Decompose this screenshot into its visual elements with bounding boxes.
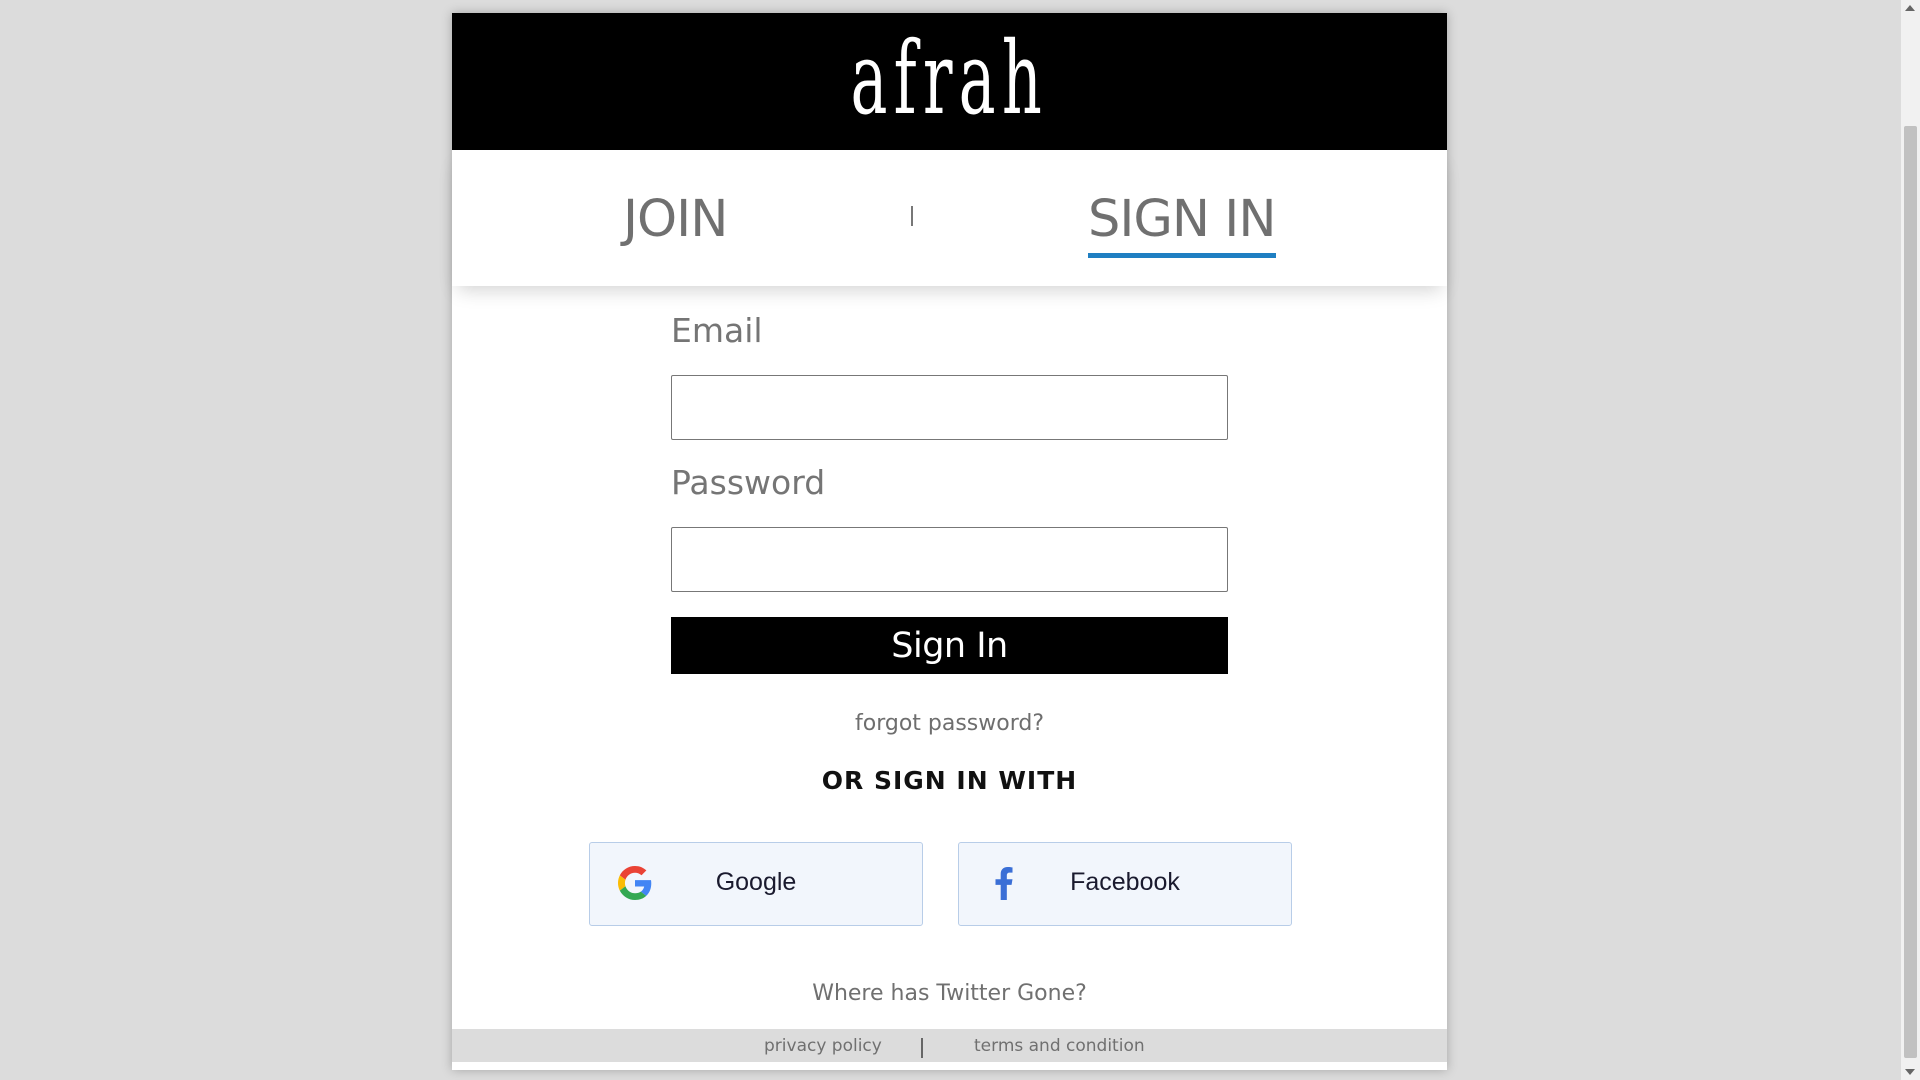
- facebook-label: Facebook: [1070, 868, 1180, 896]
- scroll-thumb[interactable]: [1904, 126, 1917, 1058]
- password-field[interactable]: [671, 527, 1228, 592]
- facebook-sign-in-button[interactable]: Facebook: [958, 842, 1292, 926]
- scroll-up-icon[interactable]: [1905, 5, 1915, 11]
- tab-sign-in[interactable]: SIGN IN: [1088, 190, 1276, 258]
- google-sign-in-button[interactable]: Google: [589, 842, 923, 926]
- sign-in-button[interactable]: Sign In: [671, 617, 1228, 674]
- tab-join[interactable]: JOIN: [623, 190, 728, 253]
- email-label: Email: [671, 311, 763, 350]
- footer-bar: privacy policy terms and condition: [452, 1029, 1447, 1062]
- email-field[interactable]: [671, 375, 1228, 440]
- twitter-note-link[interactable]: Where has Twitter Gone?: [452, 981, 1447, 1006]
- privacy-policy-link[interactable]: privacy policy: [764, 1036, 882, 1056]
- google-label: Google: [715, 868, 797, 896]
- tab-divider: [911, 206, 913, 226]
- scroll-down-icon[interactable]: [1905, 1069, 1915, 1075]
- forgot-password-link[interactable]: forgot password?: [452, 711, 1447, 736]
- password-label: Password: [671, 463, 826, 502]
- page-scrollbar[interactable]: [1901, 0, 1920, 1080]
- brand-logo: afrah: [850, 19, 1049, 137]
- footer-divider: [921, 1038, 923, 1058]
- auth-tabs: JOIN SIGN IN: [452, 150, 1447, 286]
- terms-link[interactable]: terms and condition: [974, 1036, 1145, 1056]
- brand-header: afrah: [452, 13, 1447, 150]
- social-heading: OR SIGN IN WITH: [821, 766, 1078, 795]
- auth-modal: afrah JOIN SIGN IN Email Password Sign I…: [452, 13, 1447, 1070]
